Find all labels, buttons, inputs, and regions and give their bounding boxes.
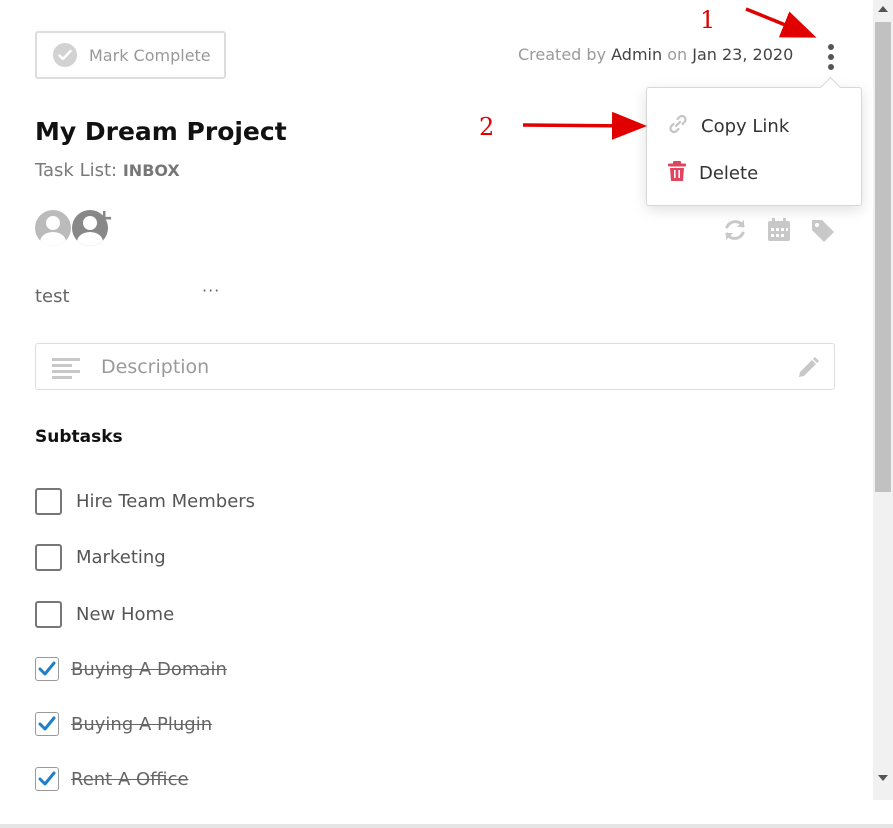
created-by-prefix: Created by bbox=[518, 45, 607, 64]
subtask-checkbox-checked[interactable] bbox=[35, 657, 59, 681]
copy-link-label: Copy Link bbox=[701, 116, 790, 137]
vertical-scrollbar[interactable] bbox=[873, 0, 893, 800]
subtask-label: Hire Team Members bbox=[76, 491, 256, 512]
subtask-checkbox[interactable] bbox=[35, 601, 62, 628]
delete-label: Delete bbox=[699, 163, 759, 184]
description-field[interactable]: Description bbox=[35, 343, 835, 390]
subtask-item[interactable]: Marketing bbox=[35, 544, 166, 571]
comment-text: test bbox=[35, 286, 70, 307]
subtask-item[interactable]: Hire Team Members bbox=[35, 488, 255, 515]
edit-pencil-icon[interactable] bbox=[796, 356, 820, 384]
task-list-line: Task List: INBOX bbox=[35, 160, 180, 181]
options-dropdown: Copy Link Delete bbox=[646, 87, 862, 206]
comment-more-icon[interactable]: ··· bbox=[202, 281, 220, 300]
check-circle-icon bbox=[53, 43, 77, 67]
subtask-item[interactable]: New Home bbox=[35, 601, 174, 628]
delete-menu-item[interactable]: Delete bbox=[667, 160, 758, 187]
mark-complete-button[interactable]: Mark Complete bbox=[35, 31, 226, 79]
subtasks-heading: Subtasks bbox=[35, 427, 123, 447]
subtask-item[interactable]: Buying A Plugin bbox=[35, 712, 212, 736]
subtask-checkbox-checked[interactable] bbox=[35, 712, 59, 736]
add-user-plus-icon[interactable]: + bbox=[95, 208, 113, 230]
subtask-label: Buying A Domain bbox=[71, 658, 227, 680]
task-title: My Dream Project bbox=[35, 117, 287, 146]
created-meta: Created by Admin on Jan 23, 2020 bbox=[518, 45, 793, 64]
subtask-checkbox[interactable] bbox=[35, 544, 62, 571]
arrow-to-more-options bbox=[745, 7, 817, 38]
subtask-label: New Home bbox=[76, 604, 175, 625]
checkmark-icon bbox=[38, 771, 56, 786]
task-list-name[interactable]: INBOX bbox=[123, 161, 180, 180]
bottom-divider bbox=[0, 824, 893, 828]
subtask-label: Buying A Plugin bbox=[71, 713, 213, 735]
repeat-icon[interactable] bbox=[722, 217, 748, 243]
annotation-step-2: 2 bbox=[479, 113, 495, 141]
annotation-step-1: 1 bbox=[700, 6, 716, 34]
subtask-item[interactable]: Buying A Domain bbox=[35, 657, 227, 681]
align-left-icon bbox=[52, 357, 80, 383]
created-date: Jan 23, 2020 bbox=[692, 45, 794, 64]
scroll-thumb[interactable] bbox=[875, 22, 891, 492]
subtask-label: Rent A Office bbox=[71, 768, 189, 790]
subtask-checkbox[interactable] bbox=[35, 488, 62, 515]
checkmark-icon bbox=[38, 716, 56, 731]
checkmark-icon bbox=[38, 661, 56, 676]
task-tools bbox=[722, 217, 836, 243]
assignee-avatar[interactable] bbox=[35, 210, 71, 246]
task-list-prefix: Task List: bbox=[35, 160, 118, 181]
link-icon bbox=[667, 113, 689, 140]
more-options-icon[interactable] bbox=[822, 42, 840, 72]
subtask-checkbox-checked[interactable] bbox=[35, 767, 59, 791]
arrow-to-copy-link bbox=[522, 111, 647, 140]
copy-link-menu-item[interactable]: Copy Link bbox=[667, 113, 789, 140]
mark-complete-label: Mark Complete bbox=[89, 45, 211, 65]
calendar-icon[interactable] bbox=[766, 217, 792, 243]
created-on-prefix: on bbox=[667, 45, 688, 64]
scroll-down-arrow-icon[interactable] bbox=[878, 775, 888, 781]
subtask-item[interactable]: Rent A Office bbox=[35, 767, 189, 791]
trash-icon bbox=[667, 160, 687, 187]
created-by-user: Admin bbox=[611, 45, 663, 64]
description-placeholder: Description bbox=[101, 356, 210, 378]
subtask-label: Marketing bbox=[76, 547, 166, 568]
scroll-up-arrow-icon[interactable] bbox=[878, 6, 888, 12]
tag-icon[interactable] bbox=[810, 217, 836, 243]
